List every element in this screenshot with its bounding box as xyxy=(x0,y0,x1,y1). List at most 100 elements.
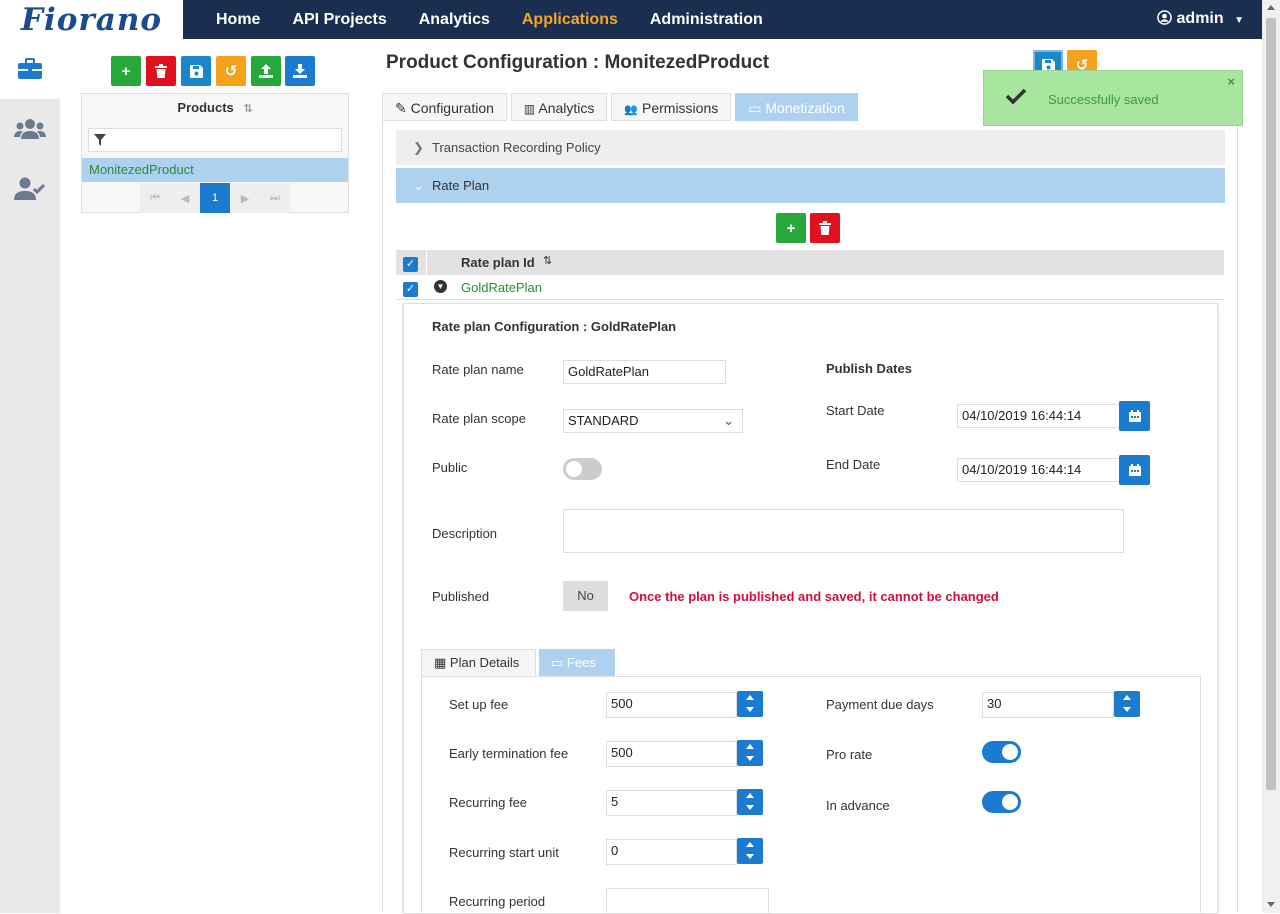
undo-icon: ↺ xyxy=(224,63,238,80)
start-date-input[interactable]: 04/10/2019 16:44:14 xyxy=(957,404,1120,428)
tab-monetization-label: Monetization xyxy=(765,100,845,116)
toggle-knob xyxy=(1002,744,1018,760)
sort-icon[interactable]: ⇅ xyxy=(243,103,252,115)
publish-warning: Once the plan is published and saved, it… xyxy=(629,589,999,604)
setup-fee-stepper[interactable] xyxy=(737,691,763,717)
tab-configuration-label: Configuration xyxy=(410,100,494,116)
scroll-down-arrow-icon[interactable] xyxy=(1267,902,1275,907)
calendar-icon xyxy=(1128,464,1141,476)
save-product-button[interactable] xyxy=(181,56,211,86)
recurring-fee-label: Recurring fee xyxy=(449,795,528,810)
success-toast: Successfully saved × xyxy=(983,70,1243,126)
rate-plan-name-input[interactable]: GoldRatePlan xyxy=(563,360,726,384)
recurring-start-unit-stepper[interactable] xyxy=(737,838,763,864)
chevron-down-icon: ⌄ xyxy=(413,178,424,193)
payment-due-days-input[interactable]: 30 xyxy=(982,692,1114,718)
expand-row-icon[interactable]: ▼ xyxy=(434,280,447,293)
nav-administration[interactable]: Administration xyxy=(650,11,763,29)
rail-products[interactable] xyxy=(0,39,60,99)
public-toggle[interactable] xyxy=(563,458,602,480)
published-button[interactable]: No xyxy=(563,581,608,611)
rate-plan-name-label: Rate plan name xyxy=(432,362,524,377)
payment-due-days-stepper[interactable] xyxy=(1114,691,1140,717)
rate-plan-accordion[interactable]: ⌄ Rate Plan xyxy=(396,168,1225,203)
products-filter[interactable] xyxy=(88,128,342,152)
toggle-knob xyxy=(1002,794,1018,810)
row-checkbox[interactable]: ✓ xyxy=(403,282,418,297)
rate-plan-label: Rate Plan xyxy=(432,178,490,193)
transaction-policy-accordion[interactable]: ❯ Transaction Recording Policy xyxy=(396,130,1225,165)
add-rate-plan-button[interactable]: + xyxy=(776,213,806,243)
rate-plan-id-header[interactable]: Rate plan Id xyxy=(461,255,535,270)
users-icon xyxy=(14,119,46,139)
setup-fee-input[interactable]: 500 xyxy=(606,692,737,718)
end-date-calendar-button[interactable] xyxy=(1119,455,1150,485)
early-termination-stepper[interactable] xyxy=(737,740,763,766)
nav-home[interactable]: Home xyxy=(216,11,260,29)
early-termination-label: Early termination fee xyxy=(449,746,569,761)
user-name: admin xyxy=(1176,10,1224,27)
sort-icon[interactable]: ⇅ xyxy=(543,254,552,267)
rate-plan-scope-select[interactable]: STANDARD ⌄ xyxy=(563,409,743,433)
recurring-start-unit-input[interactable]: 0 xyxy=(606,839,737,865)
recurring-period-select[interactable] xyxy=(606,888,769,914)
rail-user-check[interactable] xyxy=(0,159,60,219)
end-date-input[interactable]: 04/10/2019 16:44:14 xyxy=(957,458,1120,482)
delete-rate-plan-button[interactable] xyxy=(810,213,840,243)
description-textarea[interactable] xyxy=(563,509,1124,553)
subtab-plan-details[interactable]: ▦ Plan Details xyxy=(421,649,536,677)
tab-monetization[interactable]: ▭ Monetization xyxy=(735,93,858,121)
early-termination-input[interactable]: 500 xyxy=(606,741,737,767)
upload-icon xyxy=(259,64,273,78)
nav-api-projects[interactable]: API Projects xyxy=(292,11,386,29)
rail-groups[interactable] xyxy=(0,99,60,159)
credit-card-icon: ▭ xyxy=(748,100,762,116)
tab-permissions[interactable]: 👥 Permissions xyxy=(611,93,732,121)
toast-message: Successfully saved xyxy=(1048,92,1159,107)
subtab-plan-details-label: Plan Details xyxy=(449,655,520,670)
add-product-button[interactable]: + xyxy=(111,56,141,86)
plus-icon: + xyxy=(786,219,796,237)
start-date-calendar-button[interactable] xyxy=(1119,401,1150,431)
undo-product-button[interactable]: ↺ xyxy=(216,56,246,86)
tab-configuration[interactable]: ✎ Configuration xyxy=(382,93,507,121)
user-circle-icon xyxy=(1157,10,1172,25)
row-divider xyxy=(396,299,1224,300)
pro-rate-toggle[interactable] xyxy=(982,741,1021,763)
public-label: Public xyxy=(432,460,468,475)
in-advance-toggle[interactable] xyxy=(982,791,1021,813)
close-icon[interactable]: × xyxy=(1227,74,1235,89)
pro-rate-label: Pro rate xyxy=(826,747,873,762)
subtab-fees-label: Fees xyxy=(566,655,596,670)
download-icon xyxy=(293,64,307,78)
subtab-fees[interactable]: ▭ Fees xyxy=(539,649,615,677)
user-menu[interactable]: admin ▼ xyxy=(1157,10,1244,28)
select-all-checkbox[interactable]: ✓ xyxy=(403,257,418,272)
rate-plan-row[interactable]: GoldRatePlan xyxy=(461,280,542,295)
import-product-button[interactable] xyxy=(285,56,315,86)
recurring-fee-stepper[interactable] xyxy=(737,789,763,815)
last-page-icon[interactable]: ⏭ xyxy=(260,192,290,205)
rate-plan-scope-value: STANDARD xyxy=(568,413,639,428)
next-page-icon[interactable]: ▶ xyxy=(230,192,260,205)
current-page[interactable]: 1 xyxy=(200,183,230,213)
rate-plan-scope-label: Rate plan scope xyxy=(432,411,526,426)
tab-analytics[interactable]: ▥ Analytics xyxy=(510,93,608,121)
first-page-icon[interactable]: ⏮ xyxy=(140,192,170,205)
nav-analytics[interactable]: Analytics xyxy=(419,11,490,29)
prev-page-icon[interactable]: ◀ xyxy=(170,192,200,205)
recurring-start-unit-label: Recurring start unit xyxy=(449,845,559,860)
page-scrollbar[interactable] xyxy=(1262,0,1280,913)
left-rail xyxy=(0,39,60,913)
product-row[interactable]: MonitezedProduct xyxy=(82,158,348,182)
recurring-fee-input[interactable]: 5 xyxy=(606,790,737,816)
nav-applications[interactable]: Applications xyxy=(522,11,618,29)
tab-permissions-label: Permissions xyxy=(642,100,719,116)
scroll-up-arrow-icon[interactable] xyxy=(1267,5,1275,10)
products-header[interactable]: Products ⇅ xyxy=(82,94,348,121)
export-product-button[interactable] xyxy=(251,56,281,86)
users-icon: 👥 xyxy=(624,104,639,116)
fiorano-logo[interactable]: Fiorano xyxy=(0,0,183,39)
scroll-thumb[interactable] xyxy=(1266,18,1276,790)
delete-product-button[interactable] xyxy=(146,56,176,86)
